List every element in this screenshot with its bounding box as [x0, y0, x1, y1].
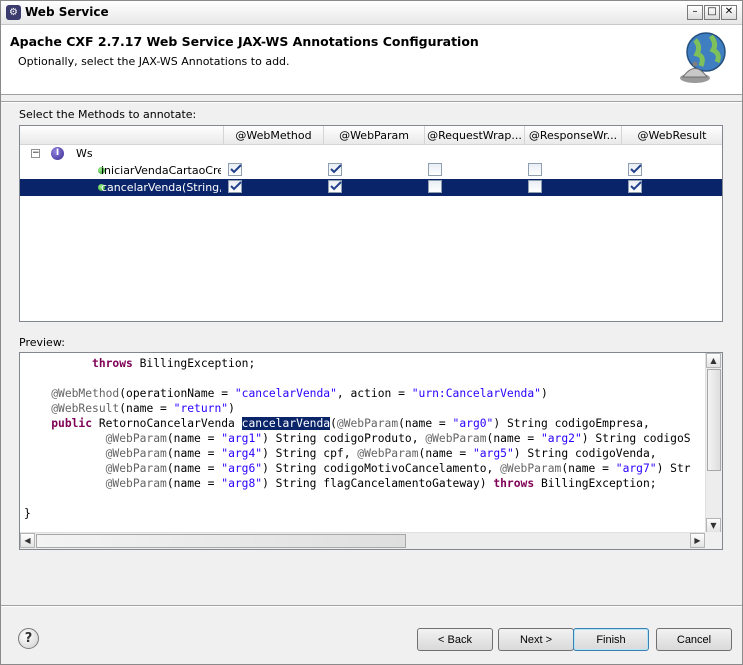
tree-root-label: Ws [76, 147, 93, 160]
column-header-webparam[interactable]: @WebParam [323, 126, 424, 145]
tree-root-row[interactable]: − I Ws [20, 145, 722, 162]
info-icon: I [51, 147, 64, 160]
method-name: iniciarVendaCartaoCredito [101, 164, 221, 177]
column-header-webresult[interactable]: @WebResult [621, 126, 722, 145]
webparam-checkbox[interactable] [328, 180, 342, 193]
table-row[interactable]: iniciarVendaCartaoCredito [20, 162, 722, 179]
column-header-responsewrapper[interactable]: @ResponseWr... [524, 126, 621, 145]
code-line-7: @WebParam(name = "arg6") String codigoMo… [105, 462, 691, 475]
requestwrapper-checkbox[interactable] [428, 180, 442, 193]
requestwrapper-checkbox[interactable] [428, 163, 442, 176]
webresult-checkbox[interactable] [628, 163, 642, 176]
responsewrapper-checkbox[interactable] [528, 180, 542, 193]
scroll-down-icon[interactable]: ▼ [706, 518, 721, 533]
method-name: cancelarVenda(String, Str [101, 181, 221, 194]
column-header-name[interactable] [20, 126, 223, 145]
app-icon: ⚙ [6, 5, 21, 20]
webresult-checkbox[interactable] [628, 180, 642, 193]
collapse-icon[interactable]: − [31, 149, 40, 158]
column-header-requestwrapper[interactable]: @RequestWrap... [424, 126, 524, 145]
back-button[interactable]: < Back [417, 628, 493, 651]
cancel-button[interactable]: Cancel [656, 628, 732, 651]
web-service-dialog: ⚙ Web Service – □ ✕ Apache CXF 2.7.17 We… [0, 0, 743, 665]
table-header: @WebMethod @WebParam @RequestWrap... @Re… [20, 126, 722, 145]
next-button[interactable]: Next > [498, 628, 574, 651]
scroll-left-icon[interactable]: ◀ [20, 533, 35, 548]
scroll-up-icon[interactable]: ▲ [706, 353, 721, 368]
column-header-webmethod[interactable]: @WebMethod [223, 126, 323, 145]
code-line-5: @WebParam(name = "arg1") String codigoPr… [105, 432, 691, 445]
highlighted-method-name: cancelarVenda [241, 417, 331, 430]
code-line-1: throws BillingException; [92, 357, 256, 370]
methods-label: Select the Methods to annotate: [19, 108, 197, 121]
preview-code-area[interactable]: throws BillingException; @WebMethod(oper… [19, 352, 723, 550]
webmethod-checkbox[interactable] [228, 180, 242, 193]
code-line-4: public RetornoCancelarVenda cancelarVend… [51, 417, 650, 430]
footer-separator [1, 605, 742, 607]
close-icon[interactable]: ✕ [721, 5, 737, 20]
code-line-8: @WebParam(name = "arg8") String flagCanc… [105, 477, 657, 490]
horizontal-scroll-thumb[interactable] [36, 534, 406, 548]
scrollbar-corner [705, 532, 722, 549]
maximize-icon[interactable]: □ [704, 5, 720, 20]
code-line-6: @WebParam(name = "arg4") String cpf, @We… [105, 447, 657, 460]
webmethod-checkbox[interactable] [228, 163, 242, 176]
code-text[interactable]: throws BillingException; @WebMethod(oper… [24, 356, 706, 532]
scroll-right-icon[interactable]: ▶ [690, 533, 705, 548]
horizontal-scrollbar[interactable]: ◀ ▶ [20, 532, 705, 549]
finish-button[interactable]: Finish [573, 628, 649, 651]
code-line-3: @WebResult(name = "return") [51, 402, 235, 415]
table-row-selected[interactable]: cancelarVenda(String, Str [20, 179, 722, 196]
vertical-scrollbar[interactable]: ▲ ▼ [705, 353, 722, 533]
globe-wizard-icon [680, 32, 726, 83]
preview-label: Preview: [19, 336, 65, 349]
header-title: Apache CXF 2.7.17 Web Service JAX-WS Ann… [10, 34, 479, 49]
title-bar: ⚙ Web Service – □ ✕ [1, 1, 742, 25]
minimize-icon[interactable]: – [687, 5, 703, 20]
header-separator [1, 101, 742, 103]
window-title: Web Service [25, 5, 109, 19]
header-description: Optionally, select the JAX-WS Annotation… [18, 55, 290, 68]
vertical-scroll-thumb[interactable] [707, 369, 721, 471]
wizard-header: Apache CXF 2.7.17 Web Service JAX-WS Ann… [1, 25, 742, 95]
webparam-checkbox[interactable] [328, 163, 342, 176]
code-line-9: } [24, 507, 31, 520]
responsewrapper-checkbox[interactable] [528, 163, 542, 176]
methods-table[interactable]: @WebMethod @WebParam @RequestWrap... @Re… [19, 125, 723, 322]
help-icon[interactable]: ? [18, 628, 39, 649]
code-line-2: @WebMethod(operationName = "cancelarVend… [51, 387, 548, 400]
